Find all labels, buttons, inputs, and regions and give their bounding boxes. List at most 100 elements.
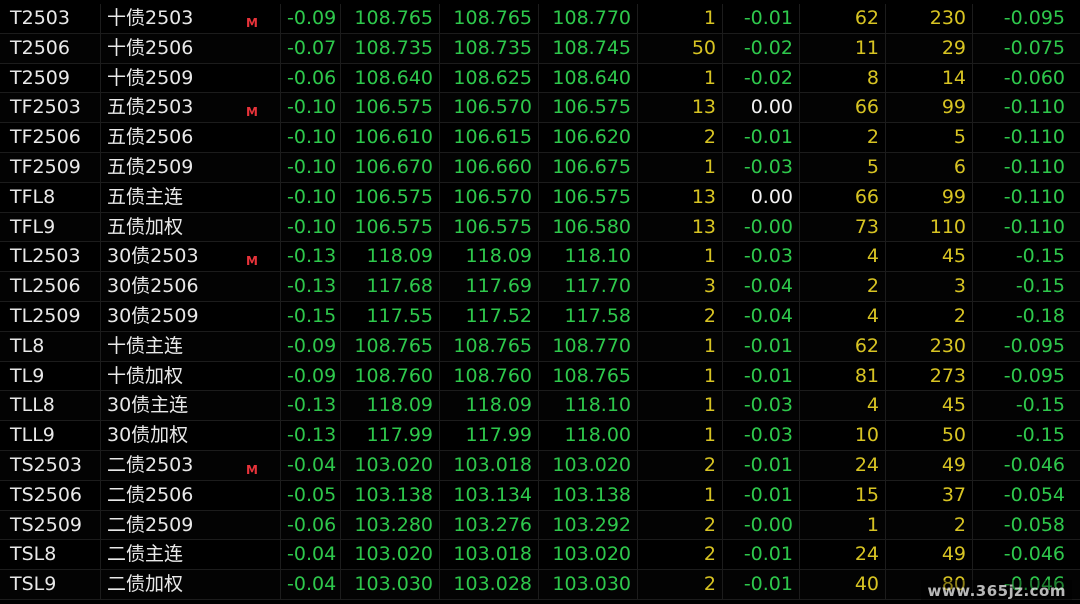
current-volume: 8 (799, 63, 885, 93)
watermark: www.365jz.com (921, 580, 1072, 602)
ask-price: 118.10 (538, 391, 637, 421)
contract-code: TS2509 (10, 513, 83, 536)
main-contract-flag (240, 213, 280, 242)
table-row[interactable]: TL2509 30债2509 -0.15 117.55 117.52 117.58 2 -0.… (0, 301, 1080, 332)
contract-name: 二债2503 (100, 450, 240, 480)
table-row[interactable]: TFL8 五债主连 -0.10 106.575 106.570 106.575 13 0.00… (0, 182, 1080, 213)
tick-change: -0.01 (722, 123, 799, 153)
total-volume: 110 (885, 212, 972, 242)
percent-change: -0.046 (972, 450, 1071, 480)
bid-price: 108.765 (439, 331, 538, 361)
contract-code: TL8 (10, 334, 45, 357)
total-volume: 230 (885, 331, 972, 361)
last-price: 103.020 (340, 450, 439, 480)
current-volume: 2 (799, 272, 885, 302)
table-row[interactable]: T2503 十债2503 M -0.09 108.765 108.765 108.770 1-… (0, 4, 1080, 34)
current-volume: 66 (799, 93, 885, 123)
volume: 2 (637, 570, 722, 600)
total-volume: 2 (885, 301, 972, 331)
table-row[interactable]: TF2509 五债2509 -0.10 106.670 106.660 106.675 1-… (0, 152, 1080, 183)
ask-price: 103.138 (538, 480, 637, 510)
table-row[interactable]: TSL9 二债加权 -0.04 103.030 103.028 103.030 2 -0.01… (0, 570, 1080, 600)
main-contract-flag: M (240, 93, 280, 122)
volume: 3 (637, 272, 722, 302)
change-value: -0.04 (280, 450, 340, 480)
percent-change: -0.058 (972, 510, 1071, 540)
bid-price: 103.134 (439, 480, 538, 510)
contract-code: TS2506 (10, 483, 83, 506)
ask-price: 117.58 (538, 301, 637, 331)
volume: 1 (637, 152, 722, 182)
table-row[interactable]: TL2503 30债2503 M -0.13 118.09 118.09 118.10 1 -0… (0, 242, 1080, 273)
tick-change: -0.03 (722, 421, 799, 451)
tick-change: -0.01 (722, 570, 799, 600)
bid-price: 103.018 (439, 540, 538, 570)
volume: 2 (637, 510, 722, 540)
contract-name: 二债2506 (100, 480, 240, 510)
main-contract-flag (240, 123, 280, 152)
tick-change: -0.02 (722, 33, 799, 63)
main-contract-flag (240, 183, 280, 212)
contract-code: T2503 (10, 7, 70, 29)
ask-price: 117.70 (538, 272, 637, 302)
contract-code: TF2506 (10, 126, 81, 149)
last-price: 106.610 (340, 123, 439, 153)
main-contract-flag (240, 540, 280, 569)
table-row[interactable]: TF2503 五债2503 M -0.10 106.575 106.570 106.575 1… (0, 93, 1080, 124)
total-volume: 50 (885, 421, 972, 451)
table-row[interactable]: TSL8 二债主连 -0.04 103.020 103.018 103.020 2 -0.01… (0, 540, 1080, 571)
tick-change: -0.01 (722, 480, 799, 510)
contract-code: TL2503 (10, 245, 81, 268)
current-volume: 5 (799, 152, 885, 182)
percent-change: -0.054 (972, 480, 1071, 510)
change-value: -0.10 (280, 152, 340, 182)
contract-code: TLL9 (10, 424, 55, 447)
last-price: 103.030 (340, 570, 439, 600)
current-volume: 11 (799, 33, 885, 63)
volume: 1 (637, 480, 722, 510)
current-volume: 73 (799, 212, 885, 242)
table-row[interactable]: TF2506 五债2506 -0.10 106.610 106.615 106.620 2-… (0, 123, 1080, 153)
change-value: -0.09 (280, 4, 340, 33)
bid-price: 106.575 (439, 212, 538, 242)
total-volume: 45 (885, 242, 972, 272)
main-contract-flag (240, 272, 280, 301)
total-volume: 49 (885, 540, 972, 570)
table-row[interactable]: T2506 十债2506 -0.07 108.735 108.735 108.745 50-… (0, 33, 1080, 64)
table-row[interactable]: TL9 十债加权 -0.09 108.760 108.760 108.765 1 -0.01 8… (0, 361, 1080, 392)
last-price: 108.765 (340, 331, 439, 361)
table-row[interactable]: TFL9 五债加权 -0.10 106.575 106.575 106.580 13 -0.0… (0, 212, 1080, 243)
total-volume: 37 (885, 480, 972, 510)
tick-change: -0.01 (722, 331, 799, 361)
last-price: 106.575 (340, 93, 439, 123)
volume: 2 (637, 540, 722, 570)
total-volume: 29 (885, 33, 972, 63)
table-row[interactable]: TS2506 二债2506 -0.05 103.138 103.134 103.138 1-… (0, 480, 1080, 511)
current-volume: 24 (799, 450, 885, 480)
total-volume: 230 (885, 4, 972, 33)
tick-change: -0.01 (722, 540, 799, 570)
table-row[interactable]: TS2503 二债2503 M -0.04 103.020 103.018 103.020 2… (0, 450, 1080, 481)
ask-price: 108.770 (538, 331, 637, 361)
contract-code: TS2503 (10, 453, 83, 476)
bid-price: 103.028 (439, 570, 538, 600)
table-row[interactable]: T2509 十债2509 -0.06 108.640 108.625 108.640 1 -0… (0, 63, 1080, 94)
total-volume: 5 (885, 123, 972, 153)
table-row[interactable]: TL8 十债主连 -0.09 108.765 108.765 108.770 1 -0.01 6… (0, 331, 1080, 362)
tick-change: -0.02 (722, 63, 799, 93)
table-row[interactable]: TL2506 30债2506 -0.13 117.68 117.69 117.70 3 -0.… (0, 272, 1080, 302)
table-row[interactable]: TLL8 30债主连 -0.13 118.09 118.09 118.10 1 -0.03 4 4… (0, 391, 1080, 422)
last-price: 106.575 (340, 212, 439, 242)
contract-code: TL2506 (10, 275, 81, 298)
last-price: 108.735 (340, 33, 439, 63)
bid-price: 108.735 (439, 33, 538, 63)
tick-change: -0.04 (722, 301, 799, 331)
total-volume: 45 (885, 391, 972, 421)
ask-price: 108.765 (538, 361, 637, 391)
table-row[interactable]: TLL9 30债加权 -0.13 117.99 117.99 118.00 1 -0.03 10… (0, 421, 1080, 451)
table-row[interactable]: TS2509 二债2509 -0.06 103.280 103.276 103.292 2-… (0, 510, 1080, 541)
contract-name: 十债2509 (100, 63, 240, 93)
main-contract-flag (240, 34, 280, 63)
volume: 2 (637, 450, 722, 480)
current-volume: 4 (799, 391, 885, 421)
